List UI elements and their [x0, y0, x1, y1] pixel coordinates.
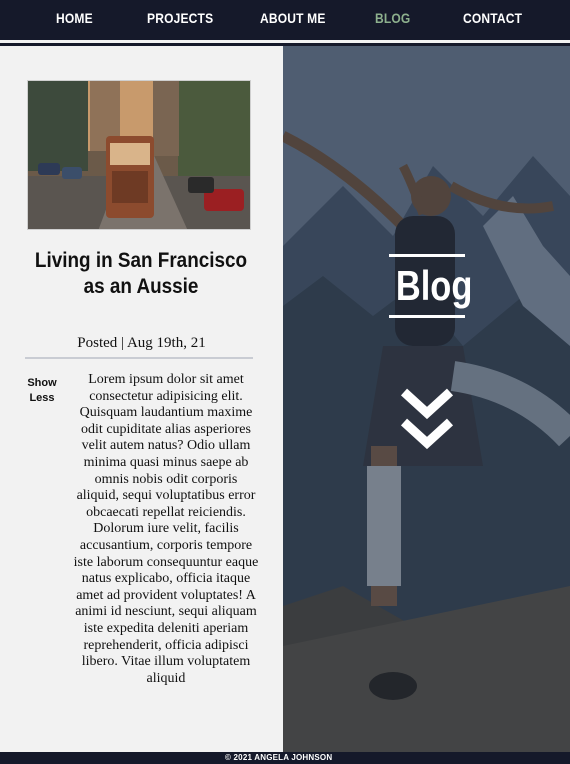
hero-title: Blog [389, 254, 473, 318]
blog-post-panel: Living in San Francisco as an Aussie Pos… [0, 46, 283, 752]
hero-title-underline [389, 315, 465, 318]
post-title: Living in San Francisco as an Aussie [34, 249, 248, 298]
post-date: Posted | Aug 19th, 21 [77, 335, 206, 351]
nav-blog-link[interactable]: BLOG [375, 10, 410, 26]
hero-banner: Blog [283, 46, 570, 752]
san-francisco-cable-car-photo [28, 81, 250, 229]
nav-contact-link[interactable]: CONTACT [463, 10, 522, 26]
post-image [27, 80, 251, 230]
show-less-toggle[interactable]: Show Less [24, 376, 60, 406]
footer-copyright: © 2021 ANGELA JOHNSON [225, 753, 333, 762]
nav-about-link[interactable]: ABOUT ME [260, 10, 326, 26]
divider [25, 357, 253, 359]
footer: © 2021 ANGELA JOHNSON [0, 752, 570, 764]
top-navigation: HOME PROJECTS ABOUT ME BLOG CONTACT [0, 0, 570, 43]
post-body: Lorem ipsum dolor sit amet consectetur a… [73, 372, 259, 686]
hero-title-text: Blog [395, 262, 473, 309]
nav-projects-link[interactable]: PROJECTS [147, 10, 213, 26]
nav-home-link[interactable]: HOME [56, 10, 93, 26]
